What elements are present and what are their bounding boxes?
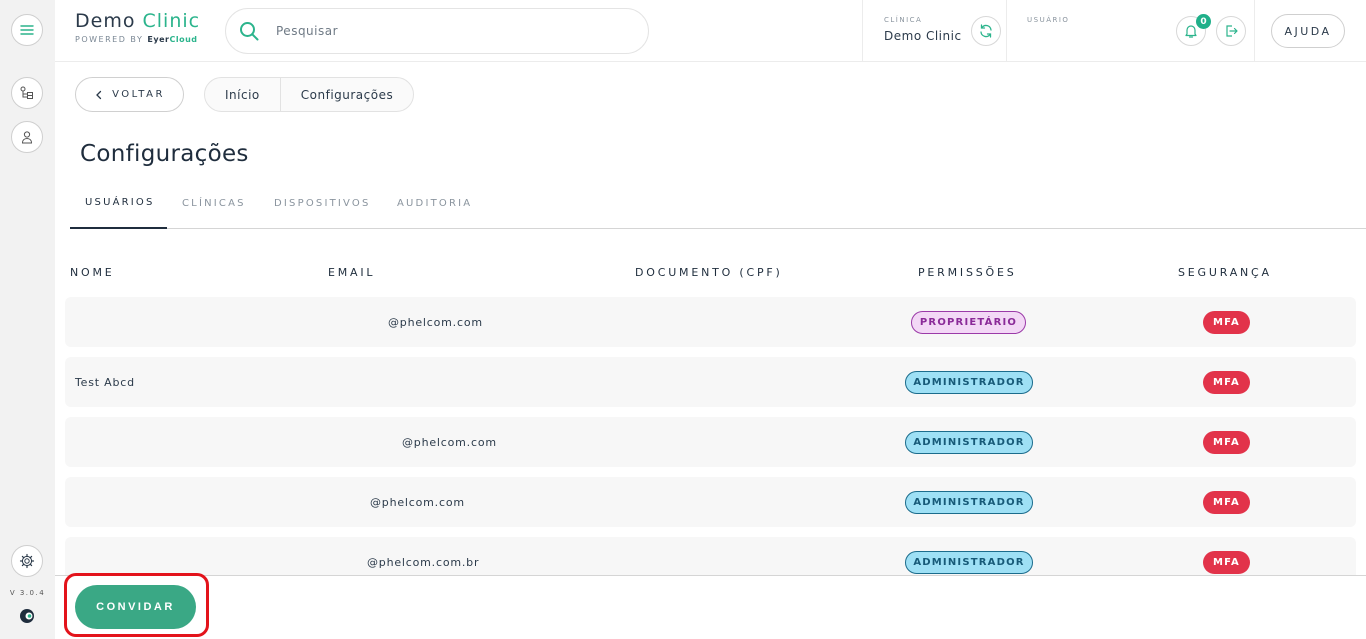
brand-subtitle: POWERED BY EyerCloud — [75, 35, 198, 44]
app-root: V 3.0.4 Demo Clinic POWERED BY EyerCloud… — [0, 0, 1366, 639]
settings-tabs: USUÁRIOS CLÍNICAS DISPOSITIVOS AUDITORIA — [70, 188, 1366, 229]
page-title: Configurações — [80, 141, 249, 167]
logout-button[interactable] — [1216, 16, 1246, 46]
logout-icon — [1226, 25, 1238, 37]
menu-button[interactable] — [11, 14, 43, 46]
breadcrumb-settings[interactable]: Configurações — [279, 78, 413, 111]
row-email: @phelcom.com — [388, 315, 483, 329]
security-badge: MFA — [1203, 311, 1250, 334]
table-row[interactable]: Test Abcd ADMINISTRADOR MFA — [65, 357, 1356, 407]
version-label: V 3.0.4 — [9, 589, 46, 597]
row-name: Test Abcd — [75, 375, 135, 389]
clinic-selector: CLÍNICA Demo Clinic — [884, 16, 962, 43]
column-header-name: NOME — [70, 266, 115, 279]
sidebar: V 3.0.4 — [0, 0, 55, 639]
breadcrumb: Início Configurações — [204, 77, 415, 112]
security-badge: MFA — [1203, 551, 1250, 574]
table-row[interactable]: @phelcom.com PROPRIETÁRIO MFA — [65, 297, 1356, 347]
help-button[interactable]: AJUDA — [1271, 14, 1345, 48]
sidebar-item-profile[interactable] — [11, 121, 43, 153]
row-email: @phelcom.com — [402, 435, 497, 449]
menu-icon — [20, 25, 34, 35]
brand-logo[interactable]: Demo Clinic POWERED BY EyerCloud — [75, 10, 200, 44]
security-badge: MFA — [1203, 491, 1250, 514]
chevron-left-icon — [96, 90, 102, 99]
clinic-label: CLÍNICA — [884, 16, 923, 24]
settings-button[interactable] — [11, 545, 43, 577]
permission-badge: ADMINISTRADOR — [905, 371, 1033, 394]
search-bar[interactable] — [225, 8, 649, 54]
column-header-permissions: PERMISSÕES — [918, 266, 1017, 279]
table-row[interactable]: @phelcom.com ADMINISTRADOR MFA — [65, 477, 1356, 527]
permission-badge: ADMINISTRADOR — [905, 431, 1033, 454]
sidebar-item-hierarchy[interactable] — [11, 77, 43, 109]
user-label: USUÁRIO — [1027, 16, 1070, 24]
gear-icon — [19, 553, 35, 569]
security-badge: MFA — [1203, 431, 1250, 454]
clinic-name: Demo Clinic — [884, 29, 962, 43]
security-badge: MFA — [1203, 371, 1250, 394]
row-email: @phelcom.com — [370, 495, 465, 509]
search-input[interactable] — [276, 24, 616, 38]
back-label: VOLTAR — [112, 89, 165, 100]
brand-title: Demo Clinic — [75, 10, 201, 32]
top-header: Demo Clinic POWERED BY EyerCloud CLÍNICA… — [55, 0, 1366, 62]
action-footer — [55, 575, 1366, 639]
tab-clinics[interactable]: CLÍNICAS — [182, 188, 246, 228]
column-header-security: SEGURANÇA — [1178, 266, 1272, 279]
user-icon — [21, 131, 33, 144]
permission-badge: ADMINISTRADOR — [905, 491, 1033, 514]
switch-clinic-button[interactable] — [971, 16, 1001, 46]
column-header-cpf: DOCUMENTO (CPF) — [635, 266, 783, 279]
highlight-box — [64, 573, 209, 637]
breadcrumb-home[interactable]: Início — [205, 78, 280, 111]
header-divider — [862, 0, 863, 62]
permission-badge: PROPRIETÁRIO — [911, 311, 1026, 334]
hierarchy-icon — [20, 86, 33, 99]
tab-audit[interactable]: AUDITORIA — [397, 188, 472, 228]
permission-badge: ADMINISTRADOR — [905, 551, 1033, 574]
eyercloud-logo-icon — [20, 609, 34, 623]
header-divider — [1006, 0, 1007, 62]
header-divider — [1254, 0, 1255, 62]
back-button[interactable]: VOLTAR — [75, 77, 184, 112]
table-row[interactable]: @phelcom.com ADMINISTRADOR MFA — [65, 417, 1356, 467]
refresh-icon — [980, 24, 992, 38]
tab-devices[interactable]: DISPOSITIVOS — [274, 188, 371, 228]
search-icon — [240, 22, 259, 41]
notification-badge: 0 — [1196, 14, 1211, 29]
tab-users[interactable]: USUÁRIOS — [70, 188, 167, 229]
column-header-email: EMAIL — [328, 266, 376, 279]
